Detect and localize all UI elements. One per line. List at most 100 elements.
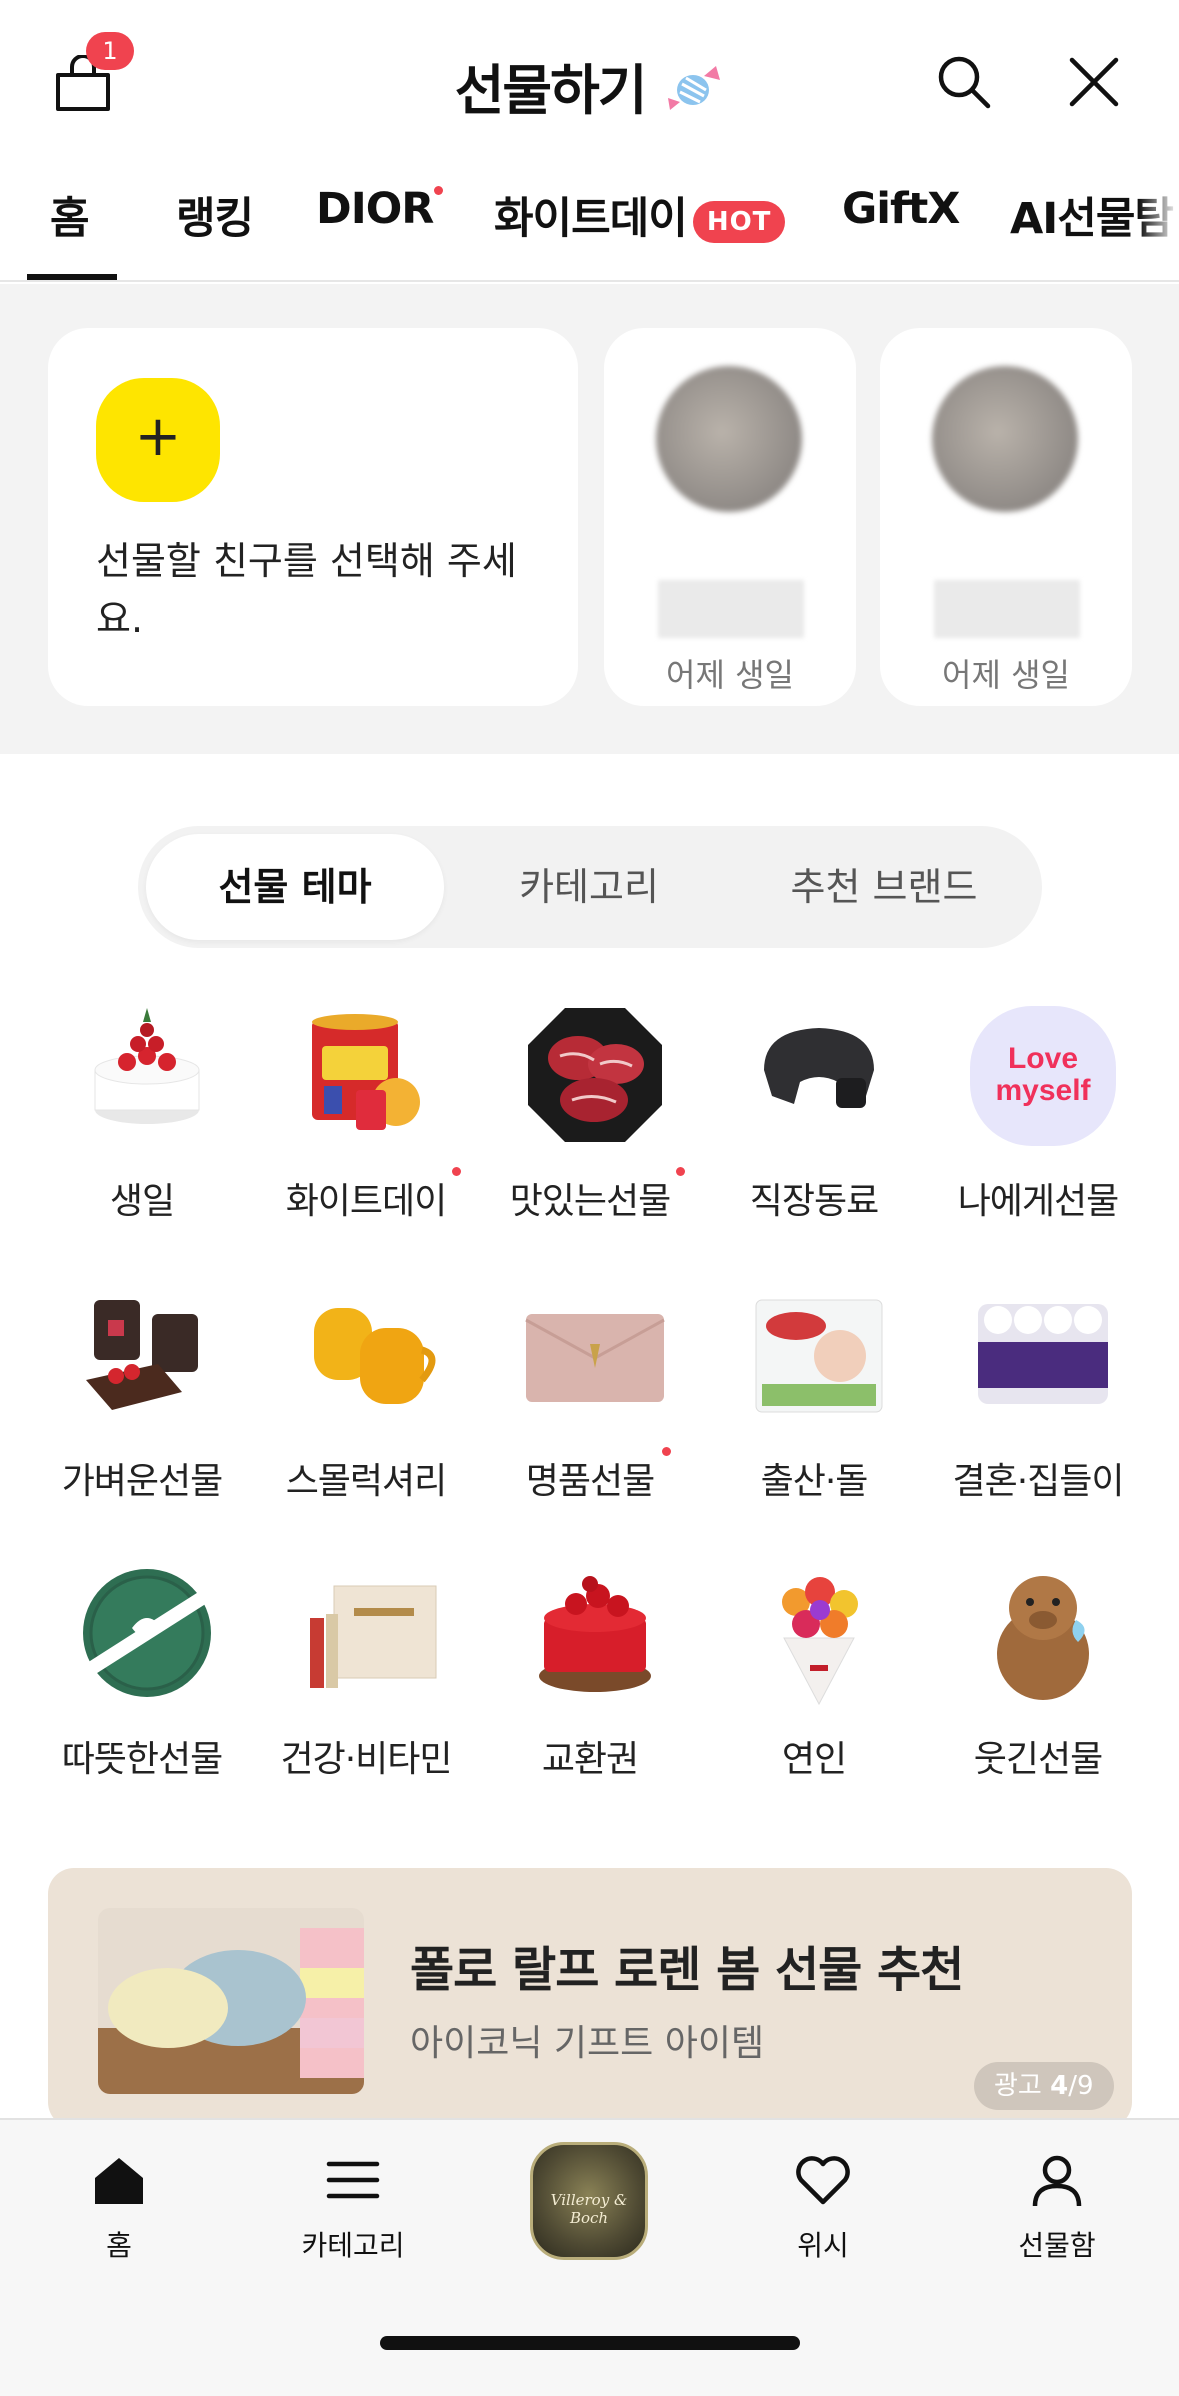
tab-dior[interactable]: DIOR	[316, 184, 434, 234]
strawberry-cake-icon	[520, 1558, 670, 1708]
search-icon[interactable]	[934, 52, 994, 112]
theme-label: 명품선물	[525, 1461, 655, 1502]
beef-icon	[520, 1000, 670, 1150]
tab-giftx[interactable]: GiftX	[842, 184, 960, 234]
love-myself-icon: Love myself	[968, 1000, 1118, 1150]
birthday-status: 어제 생일	[942, 656, 1070, 694]
wallet-icon	[520, 1280, 670, 1430]
nav-home[interactable]: 홈	[44, 2150, 194, 2264]
theme-whiteday[interactable]: 화이트데이	[254, 1000, 478, 1222]
banner-total: /9	[1068, 2071, 1094, 2101]
segment-gift-theme[interactable]: 선물 테마	[146, 826, 444, 948]
theme-birthday[interactable]: 생일	[30, 1000, 254, 1222]
yellow-cups-icon	[296, 1280, 446, 1430]
coffee-cake-icon	[72, 1280, 222, 1430]
plus-icon[interactable]: +	[96, 378, 220, 502]
person-icon	[1032, 2155, 1082, 2207]
theme-warm-gift[interactable]: 따뜻한선물	[30, 1558, 254, 1780]
theme-label: 화이트데이	[285, 1181, 448, 1222]
heart-icon	[796, 2156, 850, 2205]
theme-tasty[interactable]: 맛있는선물	[478, 1000, 702, 1222]
nav-home-label: 홈	[106, 2229, 132, 2262]
tab-ranking[interactable]: 랭킹	[176, 184, 254, 246]
theme-health[interactable]: 건강·비타민	[254, 1558, 478, 1780]
theme-funny[interactable]: 웃긴선물	[926, 1558, 1150, 1780]
theme-label: 출산·돌	[760, 1461, 869, 1502]
nav-wish-label: 위시	[797, 2229, 849, 2262]
candy-tin-icon	[296, 1000, 446, 1150]
segment-brand[interactable]: 추천 브랜드	[734, 826, 1034, 948]
avatar	[656, 366, 802, 512]
theme-for-me[interactable]: Love myself 나에게선물	[926, 1000, 1150, 1222]
capybara-icon	[968, 1558, 1118, 1708]
friend-card[interactable]: 어제 생일	[604, 328, 856, 706]
theme-small-luxury[interactable]: 스몰럭셔리	[254, 1280, 478, 1502]
close-icon[interactable]	[1068, 56, 1120, 108]
brand-logo-button[interactable]: Villeroy & Boch	[530, 2142, 648, 2260]
theme-baby[interactable]: 출산·돌	[702, 1280, 926, 1502]
new-dot	[662, 1447, 671, 1456]
page-title-text: 선물하기	[454, 59, 648, 122]
banner-title: 폴로 랄프 로렌 봄 선물 추천	[410, 1942, 964, 1998]
tab-whiteday-label: 화이트데이	[494, 194, 688, 244]
banner-page-indicator: 광고 4/9	[974, 2062, 1114, 2110]
nav-giftbox-label: 선물함	[1018, 2229, 1096, 2262]
tab-whiteday[interactable]: 화이트데이 HOT	[494, 184, 786, 246]
theme-label: 연인	[781, 1739, 847, 1780]
bottom-nav: 홈 카테고리 Villeroy & Boch 위시 선물함	[0, 2118, 1179, 2396]
page-title: 선물하기	[0, 46, 1179, 127]
new-dot	[452, 1167, 461, 1176]
banner-subtitle: 아이코닉 기프트 아이템	[410, 2023, 765, 2064]
new-dot	[434, 186, 443, 195]
ad-banner[interactable]: 폴로 랄프 로렌 봄 선물 추천 아이코닉 기프트 아이템 광고 4/9	[48, 1868, 1132, 2128]
add-friend-text: 선물할 친구를 선택해 주세요.	[96, 539, 517, 641]
friend-name-blurred	[934, 580, 1080, 638]
theme-label: 가벼운선물	[61, 1461, 224, 1502]
theme-label: 결혼·집들이	[952, 1461, 1124, 1502]
theme-lover[interactable]: 연인	[702, 1558, 926, 1780]
theme-luxury[interactable]: 명품선물	[478, 1280, 702, 1502]
hot-badge: HOT	[692, 200, 786, 243]
tissue-icon	[968, 1280, 1118, 1430]
banner-image	[98, 1908, 364, 2094]
segment-category[interactable]: 카테고리	[444, 826, 734, 948]
new-dot	[676, 1167, 685, 1176]
ad-label: 광고	[994, 2071, 1042, 2101]
top-tab-bar: 홈 랭킹 DIOR 화이트데이 HOT GiftX AI선물탐	[0, 160, 1179, 282]
nav-giftbox[interactable]: 선물함	[982, 2150, 1132, 2264]
theme-light-gift[interactable]: 가벼운선물	[30, 1280, 254, 1502]
brand-logo-text: Villeroy & Boch	[550, 2191, 628, 2227]
theme-label: 웃긴선물	[973, 1739, 1103, 1780]
theme-label: 나에게선물	[957, 1181, 1120, 1222]
home-icon	[95, 2158, 143, 2204]
nav-category[interactable]: 카테고리	[278, 2150, 428, 2264]
theme-wedding[interactable]: 결혼·집들이	[926, 1280, 1150, 1502]
neck-massager-icon	[744, 1000, 894, 1150]
theme-label: 스몰럭셔리	[285, 1461, 448, 1502]
theme-label: 건강·비타민	[280, 1739, 452, 1780]
vitamin-icon	[296, 1558, 446, 1708]
gift-box-icon	[72, 1558, 222, 1708]
theme-label: 생일	[109, 1181, 175, 1222]
avatar	[932, 366, 1078, 512]
theme-label: 따뜻한선물	[61, 1739, 224, 1780]
header: 1 선물하기	[0, 0, 1179, 160]
friend-name-blurred	[658, 580, 804, 638]
banner-current: 4	[1050, 2071, 1069, 2101]
add-friend-card[interactable]: + 선물할 친구를 선택해 주세요.	[48, 328, 578, 706]
theme-label: 교환권	[541, 1739, 639, 1780]
theme-coworker[interactable]: 직장동료	[702, 1000, 926, 1222]
gift-page: 1 선물하기 홈 랭킹 DIOR 화이트데이 HOT GiftX AI선물탐 +…	[0, 0, 1179, 2396]
tabs-fade	[1139, 160, 1179, 280]
birthday-status: 어제 생일	[666, 656, 794, 694]
nav-wish[interactable]: 위시	[748, 2150, 898, 2264]
flowers-icon	[744, 1558, 894, 1708]
svg-text:Love: Love	[1008, 1042, 1078, 1075]
theme-voucher[interactable]: 교환권	[478, 1558, 702, 1780]
diapers-icon	[744, 1280, 894, 1430]
friend-card[interactable]: 어제 생일	[880, 328, 1132, 706]
menu-icon	[326, 2161, 380, 2199]
active-tab-indicator	[27, 274, 117, 280]
candy-icon	[666, 62, 724, 127]
tab-home[interactable]: 홈	[50, 184, 90, 246]
